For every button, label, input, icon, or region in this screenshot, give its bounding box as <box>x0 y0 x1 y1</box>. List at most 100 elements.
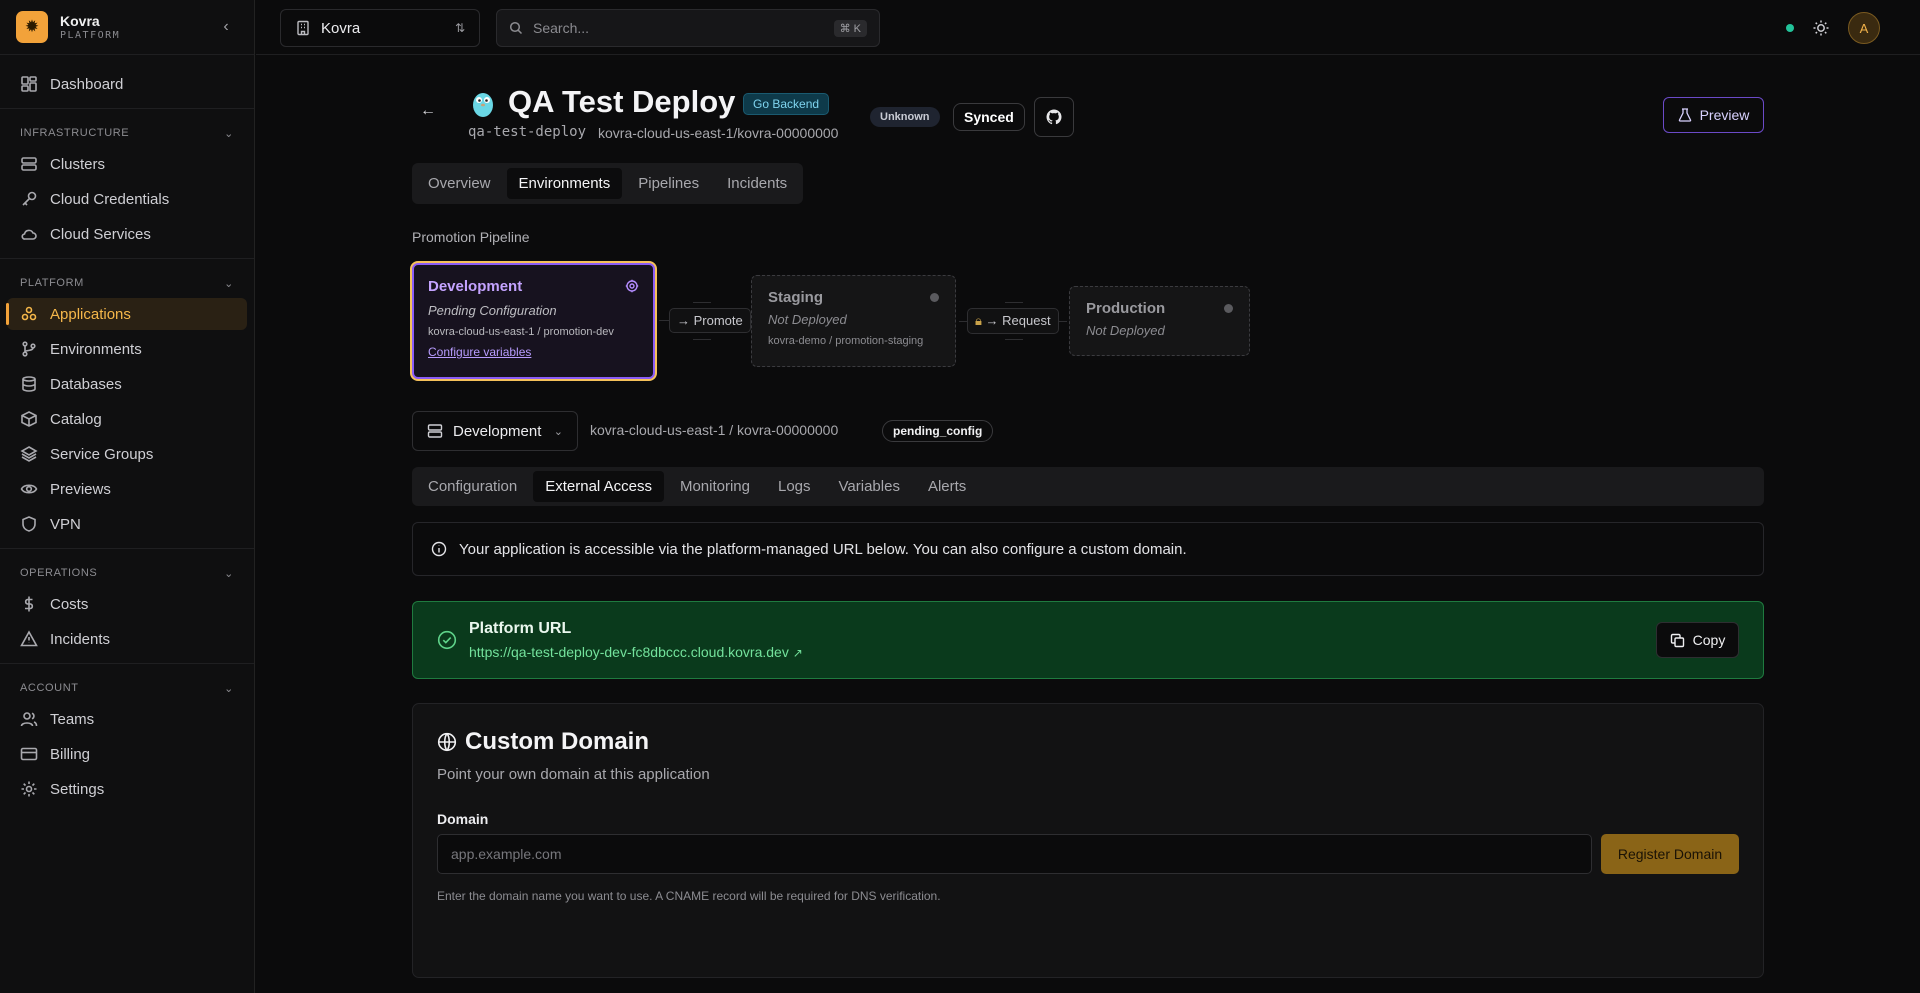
promotion-pipeline-label: Promotion Pipeline <box>412 229 530 245</box>
connector-tick <box>693 339 711 340</box>
chevron-down-icon: ⌄ <box>224 127 234 140</box>
configure-variables-link[interactable]: Configure variables <box>428 345 639 359</box>
sidebar-item-service-groups[interactable]: Service Groups <box>7 438 247 470</box>
sidebar-item-databases[interactable]: Databases <box>7 368 247 400</box>
stage-development[interactable]: Development Pending Configuration kovra-… <box>412 263 655 379</box>
github-icon <box>1046 109 1062 125</box>
copy-icon <box>1670 633 1684 647</box>
platform-url-link[interactable]: https://qa-test-deploy-dev-fc8dbccc.clou… <box>469 644 803 660</box>
gear-icon[interactable] <box>625 279 639 293</box>
tab-environments[interactable]: Environments <box>506 168 623 199</box>
sidebar-item-settings[interactable]: Settings <box>7 773 247 805</box>
sidebar-item-label: Previews <box>50 480 111 498</box>
sidebar-item-cloud-services[interactable]: Cloud Services <box>7 218 247 250</box>
custom-domain-card: Custom Domain Point your own domain at t… <box>412 703 1764 978</box>
section-account[interactable]: ACCOUNT ⌄ <box>0 676 254 700</box>
gopher-icon <box>473 93 493 117</box>
globe-icon <box>437 732 457 752</box>
environment-selector[interactable]: Development ⌄ <box>412 411 578 451</box>
promote-label: Promote <box>693 313 743 328</box>
sidebar-item-teams[interactable]: Teams <box>7 703 247 735</box>
box-icon <box>20 410 38 428</box>
sidebar-item-cloud-credentials[interactable]: Cloud Credentials <box>7 183 247 215</box>
stage-name: Development <box>428 278 523 295</box>
stage-status-dot <box>1224 304 1233 313</box>
sun-icon[interactable] <box>1812 19 1830 37</box>
stage-name: Staging <box>768 289 823 306</box>
app-slug: qa-test-deploy <box>468 124 587 140</box>
copy-button[interactable]: Copy <box>1656 622 1739 658</box>
sidebar-item-catalog[interactable]: Catalog <box>7 403 247 435</box>
platform-url-text: https://qa-test-deploy-dev-fc8dbccc.clou… <box>469 644 789 660</box>
chevron-down-icon: ⌄ <box>224 682 234 695</box>
section-operations[interactable]: OPERATIONS ⌄ <box>0 561 254 585</box>
sidebar-item-dashboard[interactable]: Dashboard <box>7 68 247 100</box>
tab-external-access[interactable]: External Access <box>533 471 664 502</box>
avatar[interactable]: A <box>1848 12 1880 44</box>
flask-icon <box>1678 108 1691 122</box>
platform-url-title: Platform URL <box>469 620 572 637</box>
platform-url-card: Platform URL https://qa-test-deploy-dev-… <box>412 601 1764 679</box>
sidebar-item-environments[interactable]: Environments <box>7 333 247 365</box>
request-label: Request <box>1002 313 1051 328</box>
info-icon <box>431 541 447 557</box>
tab-incidents[interactable]: Incidents <box>715 168 799 199</box>
environment-row: Development ⌄ kovra-cloud-us-east-1 / ko… <box>412 411 1764 451</box>
language-badge: Go Backend <box>743 93 830 115</box>
dollar-icon <box>20 595 38 613</box>
tab-overview[interactable]: Overview <box>416 168 503 199</box>
github-button[interactable] <box>1034 97 1074 137</box>
section-title: OPERATIONS <box>20 567 98 579</box>
sidebar-item-label: Catalog <box>50 410 102 428</box>
register-domain-button[interactable]: Register Domain <box>1601 834 1739 874</box>
database-icon <box>20 375 38 393</box>
promote-connector[interactable]: → Promote <box>659 308 761 333</box>
chevron-up-down-icon: ⇅ <box>454 21 465 35</box>
section-title: ACCOUNT <box>20 682 79 694</box>
section-platform[interactable]: PLATFORM ⌄ <box>0 271 254 295</box>
section-infrastructure[interactable]: INFRASTRUCTURE ⌄ <box>0 121 254 145</box>
eye-icon <box>20 480 38 498</box>
topbar: Kovra ⇅ Search... ⌘ K A <box>256 0 1920 55</box>
stage-staging[interactable]: Staging Not Deployed kovra-demo / promot… <box>751 275 956 367</box>
tab-configuration[interactable]: Configuration <box>416 471 529 502</box>
org-selector[interactable]: Kovra ⇅ <box>280 9 480 47</box>
tab-pipelines[interactable]: Pipelines <box>626 168 711 199</box>
request-connector[interactable]: 🔒︎ → Request <box>959 308 1067 334</box>
brand-subtitle: PLATFORM <box>60 30 121 41</box>
search-bar[interactable]: Search... ⌘ K <box>496 9 880 47</box>
connector-tick <box>693 302 711 303</box>
sidebar-item-label: Cloud Services <box>50 225 151 243</box>
preview-button[interactable]: Preview <box>1663 97 1764 133</box>
domain-help-text: Enter the domain name you want to use. A… <box>437 889 941 903</box>
sidebar-item-clusters[interactable]: Clusters <box>7 148 247 180</box>
sidebar-item-label: Service Groups <box>50 445 154 463</box>
sidebar-item-label: Cloud Credentials <box>50 190 170 208</box>
apps-icon <box>20 305 38 323</box>
back-arrow-icon[interactable]: ← <box>420 102 436 120</box>
sidebar-item-previews[interactable]: Previews <box>7 473 247 505</box>
tab-logs[interactable]: Logs <box>766 471 823 502</box>
collapse-sidebar-chevron-left-icon[interactable]: ‹ <box>214 18 238 36</box>
environment-path: kovra-cloud-us-east-1 / kovra-00000000 <box>590 422 839 438</box>
tab-alerts[interactable]: Alerts <box>916 471 978 502</box>
sidebar-item-costs[interactable]: Costs <box>7 588 247 620</box>
sidebar-item-billing[interactable]: Billing <box>7 738 247 770</box>
sidebar-item-applications[interactable]: Applications <box>6 298 247 330</box>
sidebar-item-label: Clusters <box>50 155 106 173</box>
tab-monitoring[interactable]: Monitoring <box>668 471 762 502</box>
stage-target: kovra-cloud-us-east-1 / promotion-dev <box>428 326 614 338</box>
domain-input[interactable] <box>437 834 1592 874</box>
sidebar-item-vpn[interactable]: VPN <box>7 508 247 540</box>
connection-status-dot <box>1786 24 1794 32</box>
health-status-badge: Unknown <box>870 107 940 127</box>
sidebar-item-label: Billing <box>50 745 91 763</box>
brand-logo-icon[interactable]: ✹ <box>16 11 48 43</box>
tab-variables[interactable]: Variables <box>827 471 912 502</box>
environment-tabs: Configuration External Access Monitoring… <box>412 467 1764 506</box>
sidebar-item-incidents[interactable]: Incidents <box>7 623 247 655</box>
stage-production[interactable]: Production Not Deployed <box>1069 286 1250 356</box>
custom-domain-title: Custom Domain <box>465 728 650 755</box>
connector-tick <box>1005 302 1023 303</box>
stage-status: Pending Configuration <box>428 303 557 318</box>
